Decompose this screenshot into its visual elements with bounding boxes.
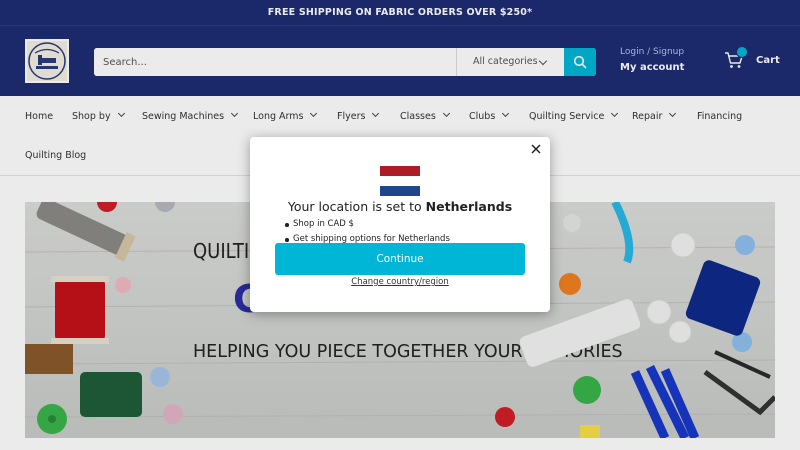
continue-button[interactable]: Continue [275, 243, 525, 275]
location-dialog: Your location is set to Netherlands Shop… [250, 137, 550, 312]
change-country-link[interactable]: Change country/region [250, 277, 550, 287]
list-item: Shop in CAD $ [285, 217, 450, 232]
close-icon[interactable] [529, 142, 543, 156]
location-country: Netherlands [425, 199, 513, 214]
netherlands-flag-icon [380, 166, 420, 196]
location-title-prefix: Your location is set to [287, 199, 422, 214]
location-title: Your location is set to Netherlands [250, 199, 550, 214]
